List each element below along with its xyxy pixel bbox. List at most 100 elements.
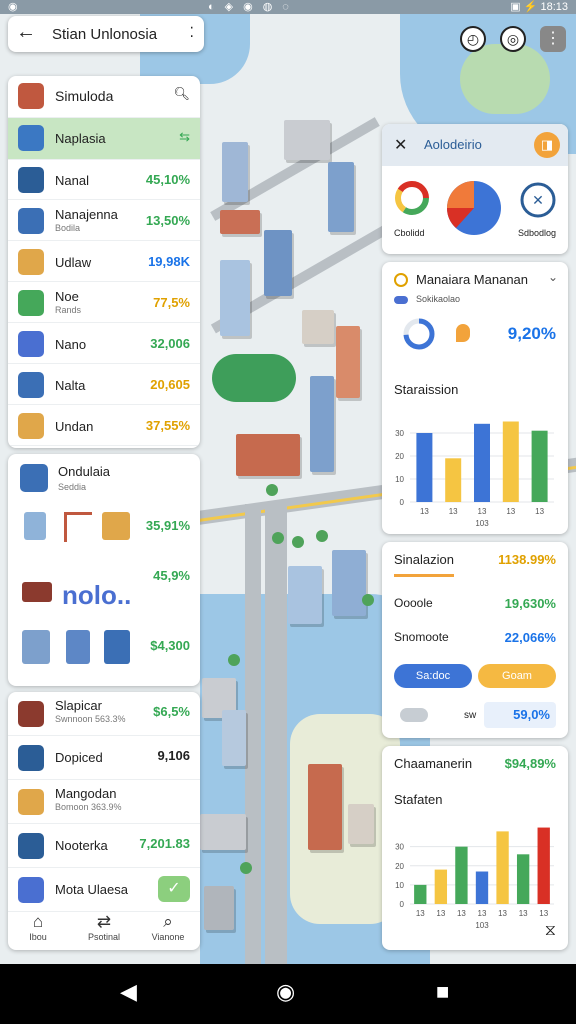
confirm-button[interactable]: ✓ [158, 876, 190, 902]
tab-home[interactable]: ⌂ Ibou [8, 912, 68, 942]
status-notification-icons: ◐◈◉◍◌ [208, 1, 299, 13]
list-item[interactable]: Nanal 45,10% [8, 160, 200, 200]
selected-list-item[interactable]: Naplasia ⇆ [8, 118, 200, 160]
more-options-icon[interactable]: ⁚ [190, 24, 194, 41]
city-icon [18, 83, 44, 109]
hourglass-icon[interactable]: ⧖ [545, 922, 556, 940]
bar [434, 869, 448, 904]
secondary-action-button[interactable]: Goam [478, 664, 556, 688]
list-item[interactable]: Nalta 20,605 [8, 365, 200, 405]
tab-label: Ibou [29, 932, 47, 942]
simulation-row-label: Oooole [394, 596, 433, 610]
y-tick-label: 30 [395, 429, 404, 438]
stat-label: Cbolidd [394, 228, 425, 238]
tab-search[interactable]: ⌕ Vianone [138, 912, 198, 942]
list-item[interactable]: Mota Ulaesa ✓ [8, 868, 200, 912]
list-item-value: 45,10% [145, 172, 190, 187]
search-icon[interactable]: 🔍︎ [173, 86, 190, 102]
building [204, 886, 234, 930]
activity-row[interactable]: nolo.. 45,9% [18, 568, 190, 616]
stat-label: Sdbodlog [518, 228, 557, 238]
simulation-title: Sinalazion [394, 552, 454, 567]
bar [531, 430, 548, 502]
tools-row[interactable]: 35,91% [18, 508, 190, 552]
channel-title: Chaamanerin [394, 756, 473, 771]
building [200, 814, 246, 850]
activity-text: nolo.. [62, 580, 132, 610]
primary-action-button[interactable]: Sa:doc [394, 664, 472, 688]
list-item-sub: Bodila [55, 223, 81, 233]
list-item[interactable]: Noe Rands 77,5% [8, 283, 200, 323]
list-item-name: Noe [55, 289, 79, 304]
chevron-down-icon[interactable]: ⌄ [548, 270, 558, 284]
cloud-icon [400, 708, 428, 722]
bar [496, 831, 509, 904]
simulation-row-value: 22,066% [504, 630, 556, 645]
search-icon: ⌕ [163, 912, 173, 931]
list-item[interactable]: Udlaw 19,98K [8, 242, 200, 282]
app-title: Stian Unlonosia [52, 26, 158, 43]
nav-home-icon[interactable]: ◉ [276, 979, 295, 1005]
house-icon [22, 582, 52, 602]
list-item-icon [18, 249, 44, 275]
menu-button[interactable]: ⋮ [540, 26, 566, 52]
list-item-name: Mangodan [55, 786, 117, 801]
selected-item-label: Naplasia [55, 131, 106, 146]
pie-chart-icon [447, 181, 501, 235]
building [336, 326, 360, 398]
nav-back-icon[interactable]: ◀ [120, 979, 137, 1005]
buildings-row[interactable]: $4,300 [18, 630, 190, 674]
building [348, 804, 374, 844]
list-item-value: 7,201.83 [139, 836, 190, 851]
y-tick-label: 10 [395, 475, 404, 484]
overview-panel: ✕ Aolodeirio ◨ ✕ Cbolidd Sdbodlog [382, 124, 568, 254]
bar [502, 421, 519, 502]
list-item[interactable]: Nano 32,006 [8, 324, 200, 364]
bar [516, 854, 530, 904]
list-item[interactable]: Dopiced 9,106 [8, 736, 200, 780]
x-tick-label: 13 [539, 909, 548, 918]
list-item-name: Undan [55, 419, 94, 434]
bar [537, 827, 550, 904]
list-item-value: $6,5% [153, 704, 190, 719]
list-item-name: Mota Ulaesa [55, 882, 128, 897]
nav-recents-icon[interactable]: ■ [436, 979, 449, 1005]
badge-icon[interactable]: ◨ [534, 132, 560, 158]
list-item[interactable]: Slapicar Swnnoon 563.3% $6,5% [8, 692, 200, 736]
bar-chart: 0 10 20 30 13 13 13 13 13 103 [395, 421, 554, 528]
y-tick-label: 10 [395, 881, 404, 890]
compass-button[interactable]: ◴ [460, 26, 486, 52]
tower-icon [104, 630, 130, 664]
list-item[interactable]: Nanajenna Bodila 13,50% [8, 201, 200, 241]
bar [414, 884, 427, 904]
status-left-icon: ◉ [8, 1, 18, 13]
top-app-bar: ← Stian Unlonosia ⁚ [8, 16, 204, 52]
svg-text:✕: ✕ [532, 193, 544, 209]
list-item[interactable]: Mangodan Bomoon 363.9% [8, 780, 200, 824]
swap-icon[interactable]: ⇆ [179, 129, 190, 145]
road [265, 504, 287, 964]
x-tick-label: 13 [506, 507, 515, 516]
tree [266, 484, 278, 496]
building [264, 230, 292, 296]
layers-button[interactable]: ◎ [500, 26, 526, 52]
share-icon[interactable]: ✕ [520, 182, 556, 218]
bar [445, 458, 462, 502]
back-arrow-icon[interactable]: ← [16, 21, 36, 44]
bar [474, 423, 490, 502]
bar [475, 871, 489, 904]
list-item-name: Nooterka [55, 838, 108, 853]
simulation-panel: Sinalazion 1138.99% Oooole 19,630% Snomo… [382, 542, 568, 738]
building [332, 550, 366, 616]
road [245, 504, 261, 964]
x-tick-label: 13 [535, 507, 544, 516]
x-tick-label: 13 [457, 909, 466, 918]
location-list-panel: Simuloda 🔍︎ Naplasia ⇆ Nanal 45,10% Nanaje… [8, 76, 200, 448]
x-tick-label: 13 [449, 507, 458, 516]
building [288, 566, 322, 624]
close-icon[interactable]: ✕ [394, 135, 407, 155]
tab-routes[interactable]: ⇄ Psotinal [74, 912, 134, 942]
list-item[interactable]: Nooterka 7,201.83 [8, 824, 200, 868]
home-icon: ⌂ [32, 912, 44, 931]
list-item[interactable]: Undan 37,55% [8, 406, 200, 446]
